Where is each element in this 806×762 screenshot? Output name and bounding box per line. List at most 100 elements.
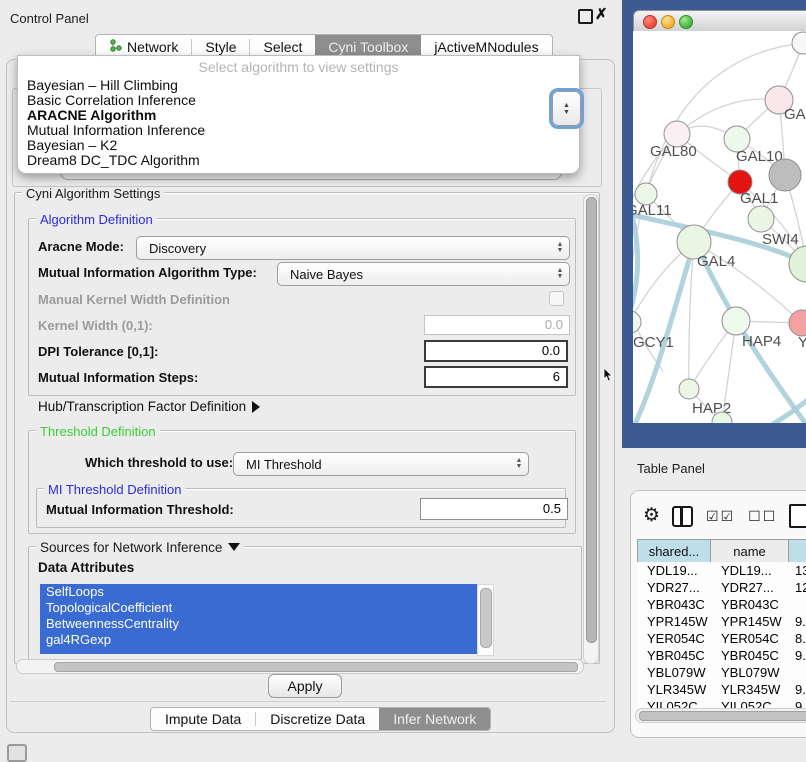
dock-panel-icon[interactable]	[7, 744, 27, 762]
network-view[interactable]: GALGAL80GAL10GAL1GAL11SWI4GAL4GCY1HAP4YH…	[633, 31, 806, 423]
algorithm-definition-title: Algorithm Definition	[36, 212, 157, 227]
apply-button[interactable]: Apply	[268, 674, 342, 698]
gear-icon[interactable]: ⚙	[643, 506, 660, 526]
node-label: GAL11	[633, 202, 672, 219]
combo-stepper-icon: ▲▼	[510, 458, 528, 470]
node-label: SWI4	[762, 231, 799, 248]
network-node[interactable]	[769, 159, 801, 191]
network-node-swi4[interactable]	[789, 246, 806, 282]
table-cell: YIL052C	[637, 698, 711, 708]
dropdown-placeholder: Select algorithm to view settings	[18, 56, 579, 78]
table-cell: YBL079W	[637, 664, 711, 681]
kernel-width-field[interactable]: 0.0	[424, 315, 570, 335]
table-row[interactable]: YDL19...YDL19...13	[637, 562, 806, 579]
aracne-mode-combo[interactable]: Discovery ▲▼	[136, 236, 570, 260]
table-cell: YER054C	[637, 630, 711, 647]
table-cell: YBR045C	[637, 647, 711, 664]
table-body: YDL19...YDL19...13YDR27...YDR27...12YBR0…	[637, 562, 806, 708]
attribute-item[interactable]: TopologicalCoefficient	[40, 600, 477, 616]
table-cell: 12	[789, 579, 806, 596]
node-label: HAP4	[742, 333, 781, 350]
which-threshold-combo[interactable]: MI Threshold ▲▼	[233, 452, 529, 476]
aracne-mode-label: Aracne Mode:	[38, 239, 124, 254]
column-header-name[interactable]: name	[711, 540, 789, 562]
select-all-checks-icon[interactable]: ☑☑	[706, 508, 735, 525]
table-cell: 9.	[789, 613, 806, 630]
dpi-tolerance-field[interactable]: 0.0	[424, 340, 568, 362]
table-row[interactable]: YBL079WYBL079W	[637, 664, 806, 681]
settings-hscrollbar-thumb[interactable]	[54, 662, 578, 672]
network-canvas: GALGAL80GAL10GAL1GAL11SWI4GAL4GCY1HAP4YH…	[633, 31, 806, 423]
mi-steps-field[interactable]: 6	[424, 366, 568, 388]
mi-threshold-field[interactable]: 0.5	[420, 498, 568, 520]
mi-threshold-title: MI Threshold Definition	[44, 482, 185, 497]
manual-kernel-checkbox[interactable]	[549, 291, 564, 306]
mac-zoom-icon[interactable]	[679, 15, 693, 29]
node-label: GAL1	[740, 190, 778, 207]
dropdown-item[interactable]: Dream8 DC_TDC Algorithm	[18, 153, 579, 168]
table-cell: YLR345W	[711, 681, 789, 698]
attributes-scrollbar-thumb[interactable]	[480, 588, 492, 648]
new-table-icon[interactable]	[789, 504, 806, 528]
mac-minimize-icon[interactable]	[661, 15, 675, 29]
table-cell: YPR145W	[637, 613, 711, 630]
table-cell: YBR043C	[637, 596, 711, 613]
dropdown-item[interactable]: Mutual Information Inference	[18, 123, 579, 138]
attribute-item[interactable]: BetweennessCentrality	[40, 616, 477, 632]
network-node-gal1[interactable]	[748, 206, 774, 232]
algorithm-dropdown-list: Bayesian – Hill ClimbingBasic Correlatio…	[18, 78, 579, 168]
clear-checks-icon[interactable]: ☐☐	[748, 508, 777, 525]
column-header-shared[interactable]: shared...	[637, 540, 711, 562]
expand-right-icon	[252, 401, 260, 413]
table-cell: YDL19...	[637, 562, 711, 579]
table-row[interactable]: YBR043CYBR043C	[637, 596, 806, 613]
table-row[interactable]: YLR345WYLR345W9.	[637, 681, 806, 698]
table-row[interactable]: YIL052CYIL052C9	[637, 698, 806, 708]
column-header-partial[interactable]	[789, 540, 806, 562]
table-row[interactable]: YPR145WYPR145W9.	[637, 613, 806, 630]
sources-title[interactable]: Sources for Network Inference	[36, 540, 244, 555]
threshold-definition-title: Threshold Definition	[36, 424, 160, 439]
attribute-item[interactable]: SelfLoops	[40, 584, 477, 600]
tab-infer-network[interactable]: Infer Network	[379, 708, 490, 730]
table-header-row: shared... name	[637, 539, 806, 563]
dropdown-item[interactable]: Bayesian – Hill Climbing	[18, 78, 579, 93]
mac-close-icon[interactable]	[643, 15, 657, 29]
table-row[interactable]: YDR27...YDR27...12	[637, 579, 806, 596]
dropdown-item[interactable]: Bayesian – K2	[18, 138, 579, 153]
attribute-item[interactable]: gal4RGexp	[40, 632, 477, 648]
table-row[interactable]: YER054CYER054C8.	[637, 630, 806, 647]
node-label: GAL4	[697, 253, 735, 270]
tab-discretize-data[interactable]: Discretize Data	[256, 708, 379, 730]
table-cell	[789, 664, 806, 681]
settings-vscrollbar-thumb[interactable]	[586, 197, 597, 643]
table-row[interactable]: YBR045CYBR045C9.	[637, 647, 806, 664]
mi-threshold-label: Mutual Information Threshold:	[46, 502, 234, 517]
dropdown-item[interactable]: Basic Correlation Inference	[18, 93, 579, 108]
dropdown-item[interactable]: ARACNE Algorithm	[18, 108, 579, 123]
close-icon[interactable]: ✗	[595, 5, 608, 23]
network-icon	[109, 39, 122, 55]
network-node-hap2[interactable]	[679, 379, 699, 399]
network-window-titlebar[interactable]	[633, 10, 806, 32]
algorithm-combo-stepper[interactable]: ▲▼	[552, 91, 581, 126]
table-cell: YBL079W	[711, 664, 789, 681]
table-cell: YBR045C	[711, 647, 789, 664]
tab-impute-data[interactable]: Impute Data	[151, 708, 255, 730]
mi-type-combo[interactable]: Naive Bayes ▲▼	[277, 262, 570, 286]
table-hscrollbar-thumb[interactable]	[639, 711, 806, 721]
table-panel-title: Table Panel	[637, 461, 705, 476]
hub-definition-toggle[interactable]: Hub/Transcription Factor Definition	[38, 399, 260, 414]
data-attributes-list[interactable]: SelfLoopsTopologicalCoefficientBetweenne…	[40, 584, 477, 654]
table-cell: YIL052C	[711, 698, 789, 708]
node-label: GCY1	[633, 334, 674, 351]
mouse-cursor	[603, 368, 615, 385]
split-columns-icon[interactable]	[672, 506, 693, 527]
collapse-down-icon	[228, 543, 240, 551]
network-node[interactable]	[792, 32, 806, 54]
float-window-icon[interactable]	[578, 9, 593, 24]
network-node-gcy1[interactable]	[633, 311, 641, 333]
network-node-hap4[interactable]	[722, 307, 750, 335]
panel-divider	[10, 701, 606, 702]
table-cell: 9.	[789, 647, 806, 664]
